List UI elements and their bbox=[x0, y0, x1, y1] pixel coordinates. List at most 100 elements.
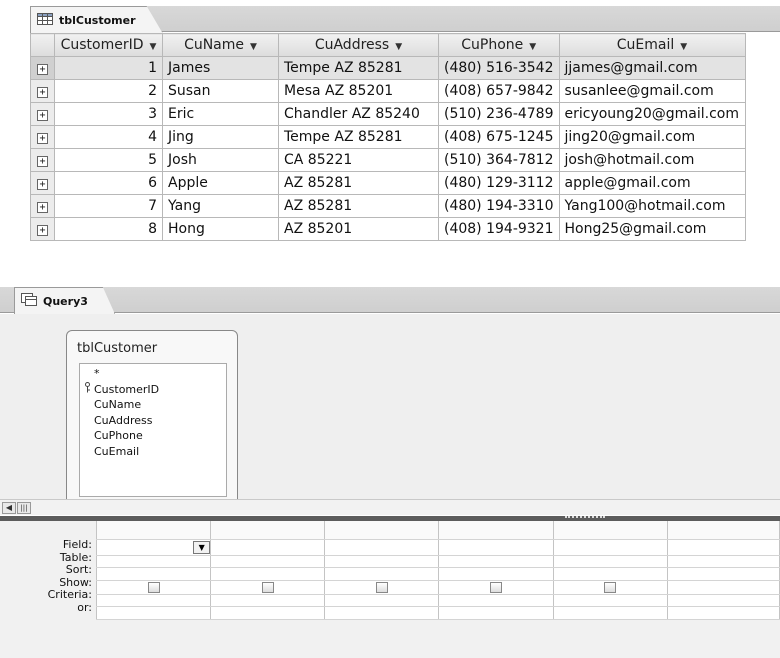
sort-cell[interactable] bbox=[666, 567, 780, 581]
table-cell[interactable] bbox=[438, 554, 554, 568]
cell-cuaddress[interactable]: Mesa AZ 85201 bbox=[278, 79, 439, 103]
field-list-item-cuemail[interactable]: CuEmail bbox=[94, 444, 226, 460]
cell-customerid[interactable]: 1 bbox=[54, 56, 163, 80]
sort-cell[interactable] bbox=[438, 567, 554, 581]
or-cell[interactable] bbox=[210, 606, 326, 620]
cell-cuemail[interactable]: ericyoung20@gmail.com bbox=[558, 102, 746, 126]
criteria-cell[interactable] bbox=[552, 593, 668, 607]
cell-customerid[interactable]: 7 bbox=[54, 194, 163, 218]
field-cell[interactable] bbox=[210, 538, 326, 556]
table-row[interactable]: +1 James Tempe AZ 85281 (480) 516-3542 jjame… bbox=[30, 56, 746, 80]
tab-tblcustomer[interactable]: tblCustomer bbox=[30, 6, 163, 33]
record-selector[interactable]: + bbox=[30, 79, 55, 103]
cell-customerid[interactable]: 8 bbox=[54, 217, 163, 241]
cell-cuemail[interactable]: Hong25@gmail.com bbox=[558, 217, 746, 241]
field-cell[interactable] bbox=[666, 538, 780, 556]
field-cell[interactable]: ▼ bbox=[95, 538, 212, 556]
cell-cuemail[interactable]: susanlee@gmail.com bbox=[558, 79, 746, 103]
cell-cuemail[interactable]: Yang100@hotmail.com bbox=[558, 194, 746, 218]
column-selector[interactable] bbox=[324, 521, 440, 540]
or-cell[interactable] bbox=[438, 606, 554, 620]
column-selector[interactable] bbox=[438, 521, 554, 540]
dropdown-arrow-icon[interactable]: ▼ bbox=[150, 42, 157, 52]
sort-cell[interactable] bbox=[210, 567, 326, 581]
cell-cuaddress[interactable]: Chandler AZ 85240 bbox=[278, 102, 439, 126]
criteria-cell[interactable] bbox=[324, 593, 440, 607]
tab-query3[interactable]: Query3 bbox=[14, 287, 115, 314]
expand-subdatasheet-icon[interactable]: + bbox=[37, 110, 48, 121]
table-row[interactable]: +4 Jing Tempe AZ 85281 (408) 675-1245 jing20… bbox=[30, 125, 746, 149]
cell-cuemail[interactable]: jjames@gmail.com bbox=[558, 56, 746, 80]
column-selector[interactable] bbox=[666, 521, 780, 540]
dropdown-arrow-icon[interactable]: ▼ bbox=[680, 42, 687, 52]
field-list-item-cuname[interactable]: CuName bbox=[94, 397, 226, 413]
cell-cuname[interactable]: Josh bbox=[162, 148, 279, 172]
cell-cuphone[interactable]: (510) 364-7812 bbox=[438, 148, 560, 172]
scroll-thumb[interactable]: ||| bbox=[17, 502, 31, 514]
cell-cuname[interactable]: Hong bbox=[162, 217, 279, 241]
cell-cuname[interactable]: Eric bbox=[162, 102, 279, 126]
field-list-item-star[interactable]: * bbox=[94, 366, 226, 382]
table-cell[interactable] bbox=[324, 554, 440, 568]
column-selector[interactable] bbox=[95, 521, 212, 540]
or-cell[interactable] bbox=[95, 606, 212, 620]
cell-cuname[interactable]: Jing bbox=[162, 125, 279, 149]
criteria-cell[interactable] bbox=[210, 593, 326, 607]
cell-cuaddress[interactable]: CA 85221 bbox=[278, 148, 439, 172]
sort-cell[interactable] bbox=[552, 567, 668, 581]
cell-cuaddress[interactable]: AZ 85281 bbox=[278, 194, 439, 218]
dropdown-arrow-icon[interactable]: ▼ bbox=[193, 540, 211, 554]
expand-subdatasheet-icon[interactable]: + bbox=[37, 87, 48, 98]
record-selector[interactable]: + bbox=[30, 194, 55, 218]
record-selector[interactable]: + bbox=[30, 102, 55, 126]
expand-subdatasheet-icon[interactable]: + bbox=[37, 225, 48, 236]
cell-cuphone[interactable]: (480) 516-3542 bbox=[438, 56, 560, 80]
table-cell[interactable] bbox=[210, 554, 326, 568]
expand-subdatasheet-icon[interactable]: + bbox=[37, 202, 48, 213]
column-header-cuphone[interactable]: CuPhone ▼ bbox=[438, 33, 560, 57]
cell-cuname[interactable]: Apple bbox=[162, 171, 279, 195]
cell-cuemail[interactable]: apple@gmail.com bbox=[558, 171, 746, 195]
table-row[interactable]: +6 Apple AZ 85281 (480) 129-3112 apple@gmail… bbox=[30, 171, 746, 195]
show-checkbox[interactable] bbox=[261, 581, 274, 593]
field-list-tblcustomer[interactable]: tblCustomer * CustomerID CuName CuAddres… bbox=[66, 330, 238, 508]
cell-cuaddress[interactable]: AZ 85281 bbox=[278, 171, 439, 195]
cell-cuphone[interactable]: (480) 194-3310 bbox=[438, 194, 560, 218]
column-header-cuaddress[interactable]: CuAddress ▼ bbox=[278, 33, 439, 57]
expand-subdatasheet-icon[interactable]: + bbox=[37, 179, 48, 190]
cell-cuname[interactable]: James bbox=[162, 56, 279, 80]
cell-cuphone[interactable]: (408) 675-1245 bbox=[438, 125, 560, 149]
cell-cuemail[interactable]: jing20@gmail.com bbox=[558, 125, 746, 149]
record-selector[interactable]: + bbox=[30, 56, 55, 80]
field-cell[interactable] bbox=[438, 538, 554, 556]
table-cell[interactable] bbox=[666, 554, 780, 568]
dropdown-arrow-icon[interactable]: ▼ bbox=[395, 42, 402, 52]
criteria-cell[interactable] bbox=[438, 593, 554, 607]
table-row[interactable]: +5 Josh CA 85221 (510) 364-7812 josh@hotmail… bbox=[30, 148, 746, 172]
cell-customerid[interactable]: 3 bbox=[54, 102, 163, 126]
show-checkbox[interactable] bbox=[147, 581, 160, 593]
show-checkbox[interactable] bbox=[375, 581, 388, 593]
cell-cuphone[interactable]: (408) 194-9321 bbox=[438, 217, 560, 241]
record-selector[interactable]: + bbox=[30, 125, 55, 149]
field-list-item-cuphone[interactable]: CuPhone bbox=[94, 428, 226, 444]
cell-cuaddress[interactable]: Tempe AZ 85281 bbox=[278, 125, 439, 149]
sort-cell[interactable] bbox=[95, 567, 212, 581]
scroll-left-icon[interactable]: ◀ bbox=[2, 502, 16, 514]
cell-cuphone[interactable]: (480) 129-3112 bbox=[438, 171, 560, 195]
column-selector[interactable] bbox=[552, 521, 668, 540]
table-row[interactable]: +2 Susan Mesa AZ 85201 (408) 657-9842 susanl… bbox=[30, 79, 746, 103]
field-list-item-cuaddress[interactable]: CuAddress bbox=[94, 413, 226, 429]
column-selector[interactable] bbox=[210, 521, 326, 540]
cell-customerid[interactable]: 4 bbox=[54, 125, 163, 149]
or-cell[interactable] bbox=[666, 606, 780, 620]
table-row[interactable]: +3 Eric Chandler AZ 85240 (510) 236-4789 eri… bbox=[30, 102, 746, 126]
horizontal-scrollbar[interactable]: ◀ ||| bbox=[0, 499, 780, 515]
sort-cell[interactable] bbox=[324, 567, 440, 581]
record-selector[interactable]: + bbox=[30, 217, 55, 241]
record-selector[interactable]: + bbox=[30, 148, 55, 172]
dropdown-arrow-icon[interactable]: ▼ bbox=[529, 42, 536, 52]
dropdown-arrow-icon[interactable]: ▼ bbox=[250, 42, 257, 52]
criteria-cell[interactable] bbox=[95, 593, 212, 607]
table-cell[interactable] bbox=[552, 554, 668, 568]
